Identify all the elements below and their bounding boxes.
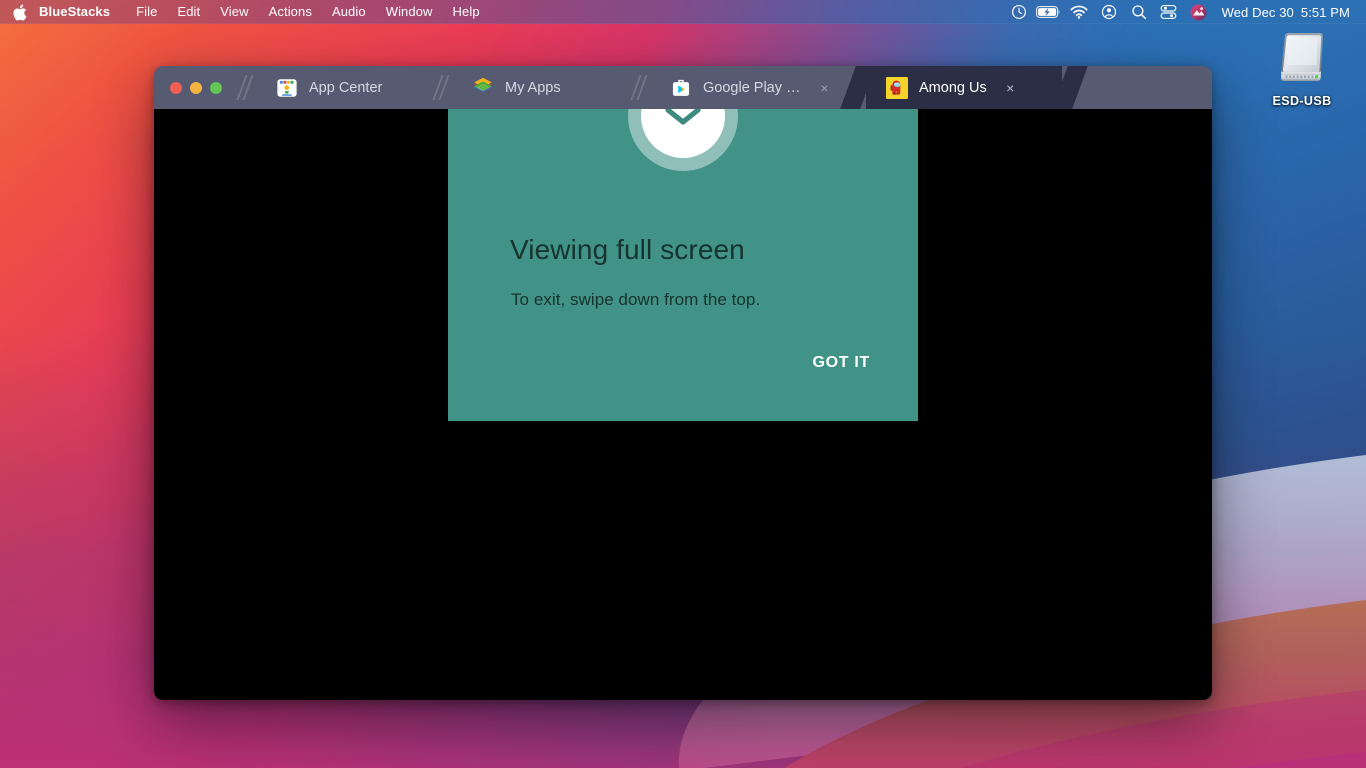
chevron-ring [628,109,738,171]
tab-app-center[interactable]: App Center [256,66,432,109]
among-us-icon [886,76,908,99]
wifi-icon[interactable] [1064,0,1094,24]
tab-bar: App Center My Apps Google Play St × Amon… [236,66,1212,109]
emulator-screen[interactable]: Viewing full screen To exit, swipe down … [154,109,1212,700]
menu-view[interactable]: View [210,0,258,24]
app-center-icon [277,78,297,97]
bluestacks-layers-icon [474,77,492,92]
user-account-icon[interactable] [1094,0,1124,24]
tab-separator [630,66,650,109]
menubar-time: 5:51 PM [1300,4,1350,20]
tab-separator [432,66,452,109]
menu-audio[interactable]: Audio [322,0,376,24]
menubar-date: Wed Dec 30 [1221,4,1294,20]
control-center-icon[interactable] [1154,0,1184,24]
close-window-button[interactable] [170,81,182,94]
menu-file[interactable]: File [126,0,167,24]
search-icon[interactable] [1124,0,1154,24]
menubar-left-group: BlueStacks File Edit View Actions Audio … [0,0,490,24]
desktop-icon-label: ESD-USB [1272,94,1332,108]
zoom-window-button[interactable] [210,81,222,94]
menubar-clock[interactable]: Wed Dec 30 5:51 PM [1214,5,1354,20]
tab-label: App Center [309,79,383,96]
menu-edit[interactable]: Edit [167,0,210,24]
menu-help[interactable]: Help [443,0,490,24]
apple-logo-icon[interactable] [11,4,39,21]
menu-window[interactable]: Window [376,0,443,24]
google-play-store-icon [672,79,690,96]
menubar-app-name[interactable]: BlueStacks [39,0,126,24]
fullscreen-hint-dialog: Viewing full screen To exit, swipe down … [448,109,918,421]
macos-menubar: BlueStacks File Edit View Actions Audio … [0,0,1366,24]
desktop-icon-esd-usb[interactable]: ESD-USB [1256,27,1348,108]
tab-close-icon[interactable]: × [1003,80,1018,95]
battery-charging-icon[interactable] [1034,0,1064,24]
external-drive-icon [1281,33,1323,81]
time-machine-icon[interactable] [1004,0,1034,24]
tab-separator [236,66,256,109]
menu-actions[interactable]: Actions [259,0,322,24]
chevron-down-icon [641,109,725,158]
window-titlebar: App Center My Apps Google Play St × Amon… [154,66,1212,109]
tab-my-apps[interactable]: My Apps [452,66,630,109]
tab-google-play-store[interactable]: Google Play Store × [650,66,846,109]
tab-close-icon[interactable]: × [817,80,832,95]
fullscreen-hint-title: Viewing full screen [510,234,745,265]
traffic-lights [154,66,236,109]
tab-label: My Apps [505,79,561,96]
got-it-button[interactable]: GOT IT [812,354,870,372]
minimize-window-button[interactable] [190,81,202,94]
tab-label: Among Us [919,79,987,96]
tab-label: Google Play Store [703,79,801,96]
tab-among-us[interactable]: Among Us × [866,66,1062,109]
bluestacks-window: App Center My Apps Google Play St × Amon… [154,66,1212,700]
menubar-status-group: Wed Dec 30 5:51 PM [1004,0,1366,24]
menu-app-icon[interactable] [1184,0,1214,24]
fullscreen-hint-subtitle: To exit, swipe down from the top. [511,290,761,309]
